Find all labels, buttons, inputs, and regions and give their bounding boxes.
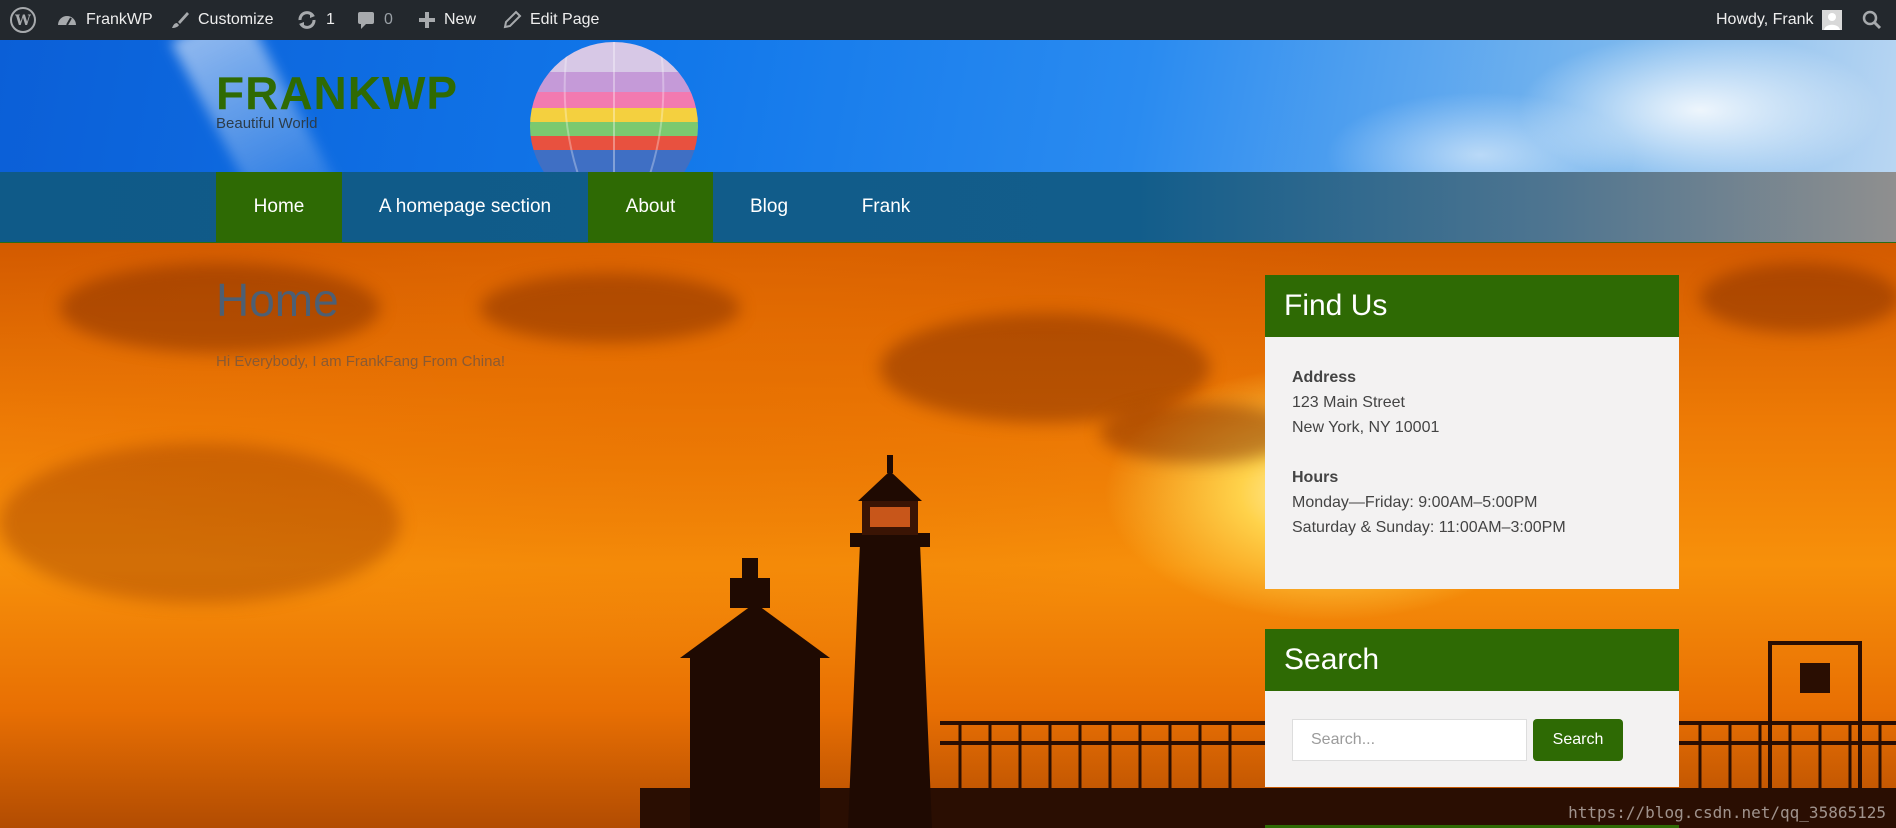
site-name-menu[interactable]: FrankWP	[56, 0, 153, 40]
hours-label: Hours	[1292, 469, 1339, 486]
search-widget: Search Search	[1265, 629, 1679, 787]
search-widget-body: Search	[1265, 691, 1679, 787]
find-us-body: Address 123 Main Street New York, NY 100…	[1265, 337, 1679, 589]
new-content-menu[interactable]: New	[418, 0, 476, 40]
updates-icon	[298, 11, 316, 29]
search-input[interactable]	[1292, 719, 1527, 761]
address-line: 123 Main Street	[1292, 394, 1405, 411]
comments-count: 0	[384, 11, 393, 28]
nav-item-home[interactable]: Home	[216, 172, 342, 242]
edit-page-label: Edit Page	[530, 11, 600, 28]
nav-item-homepage-section[interactable]: A homepage section	[342, 172, 588, 242]
site-title[interactable]: FRANKWP	[216, 66, 458, 120]
site-name-label: FrankWP	[86, 11, 153, 28]
hours-line: Monday—Friday: 9:00AM–5:00PM	[1292, 494, 1538, 511]
customize-label: Customize	[198, 11, 274, 28]
address-line: New York, NY 10001	[1292, 419, 1440, 436]
my-account-menu[interactable]: Howdy, Frank	[1716, 0, 1842, 40]
content-area: Home Hi Everybody, I am FrankFang From C…	[0, 243, 1896, 828]
hours-line: Saturday & Sunday: 11:00AM–3:00PM	[1292, 519, 1566, 536]
howdy-label: Howdy, Frank	[1716, 11, 1814, 28]
watermark-text: https://blog.csdn.net/qq_35865125	[1568, 803, 1886, 822]
site-header: FRANKWP Beautiful World	[0, 40, 1896, 172]
nav-item-blog[interactable]: Blog	[713, 172, 825, 242]
comments-menu[interactable]: 0	[356, 0, 393, 40]
comment-icon	[358, 12, 374, 29]
main-navigation: Home A homepage section About Blog Frank	[0, 172, 1896, 243]
pencil-icon	[503, 10, 522, 29]
customize-menu[interactable]: Customize	[170, 0, 274, 40]
admin-bar: W FrankWP Customize 1 0 New Edit Page Ho…	[0, 0, 1896, 40]
updates-menu[interactable]: 1	[296, 0, 335, 40]
wordpress-logo-icon[interactable]: W	[10, 0, 36, 40]
paintbrush-icon	[172, 12, 189, 28]
find-us-widget: Find Us Address 123 Main Street New York…	[1265, 275, 1679, 589]
edit-page-link[interactable]: Edit Page	[502, 0, 599, 40]
nav-item-about[interactable]: About	[588, 172, 713, 242]
updates-count: 1	[326, 11, 335, 28]
plus-icon	[419, 12, 435, 28]
dashboard-icon	[58, 16, 76, 26]
site-tagline: Beautiful World	[216, 115, 318, 132]
page-title: Home	[216, 274, 339, 326]
address-label: Address	[1292, 369, 1357, 386]
avatar	[1821, 10, 1842, 30]
page-intro-text: Hi Everybody, I am FrankFang From China!	[216, 353, 505, 370]
nav-item-frank[interactable]: Frank	[825, 172, 947, 242]
widget-title: Find Us	[1265, 275, 1679, 337]
hot-air-balloon-image	[530, 42, 698, 172]
svg-text:W: W	[14, 13, 31, 29]
search-icon[interactable]	[1862, 0, 1882, 40]
search-button[interactable]: Search	[1533, 719, 1623, 761]
widget-title: Search	[1265, 629, 1679, 691]
new-label: New	[444, 11, 477, 28]
